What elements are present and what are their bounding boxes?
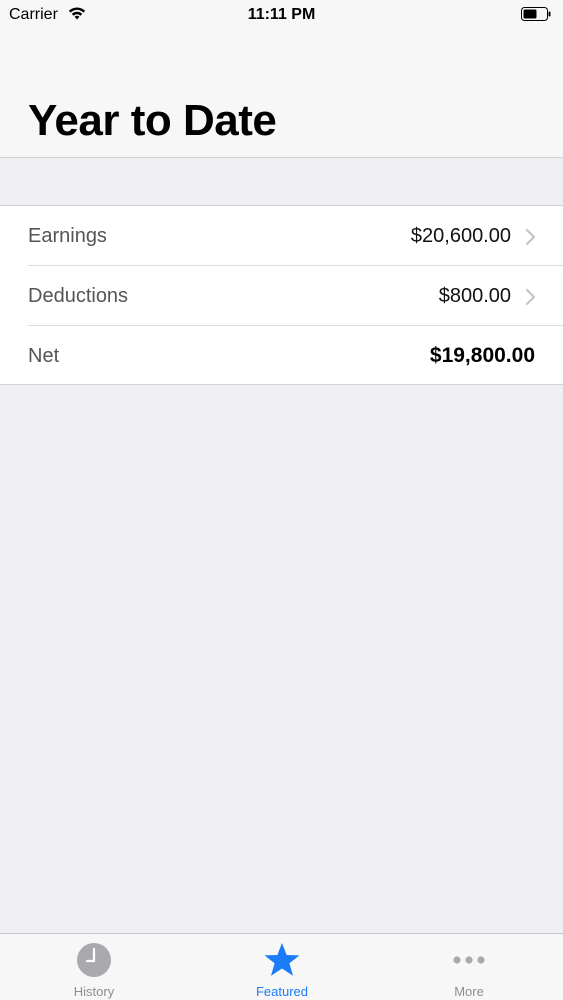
screen: Carrier 11:11 PM Year to Date Earnings $… [0,0,563,1000]
status-bar: Carrier 11:11 PM [0,0,563,30]
star-icon [264,943,300,976]
summary-table: Earnings $20,600.00 Deductions $800.00 N… [0,205,563,385]
row-net: Net $19,800.00 [0,326,563,386]
tab-more[interactable]: More [375,934,563,1000]
battery-icon [521,7,551,21]
page-title: Year to Date [28,96,277,145]
row-value: $20,600.00 [410,225,511,247]
chevron-right-icon [525,228,536,246]
tab-label: More [454,984,484,999]
tab-label: History [73,984,115,999]
tab-bar: History Featured More [0,933,563,1000]
tab-label: Featured [255,984,309,999]
chevron-right-icon [525,288,536,306]
row-value: $19,800.00 [429,344,535,367]
row-label: Deductions [28,285,129,307]
tab-history[interactable]: History [0,934,188,1000]
clock-icon [77,943,111,977]
row-label: Earnings [28,225,107,247]
row-label: Net [28,345,60,367]
row-value: $800.00 [438,285,511,307]
more-icon [453,956,485,964]
row-earnings[interactable]: Earnings $20,600.00 [0,206,563,266]
navigation-bar: Year to Date [0,30,563,158]
tab-featured[interactable]: Featured [188,934,376,1000]
status-time: 11:11 PM [247,6,316,23]
row-deductions[interactable]: Deductions $800.00 [0,266,563,326]
